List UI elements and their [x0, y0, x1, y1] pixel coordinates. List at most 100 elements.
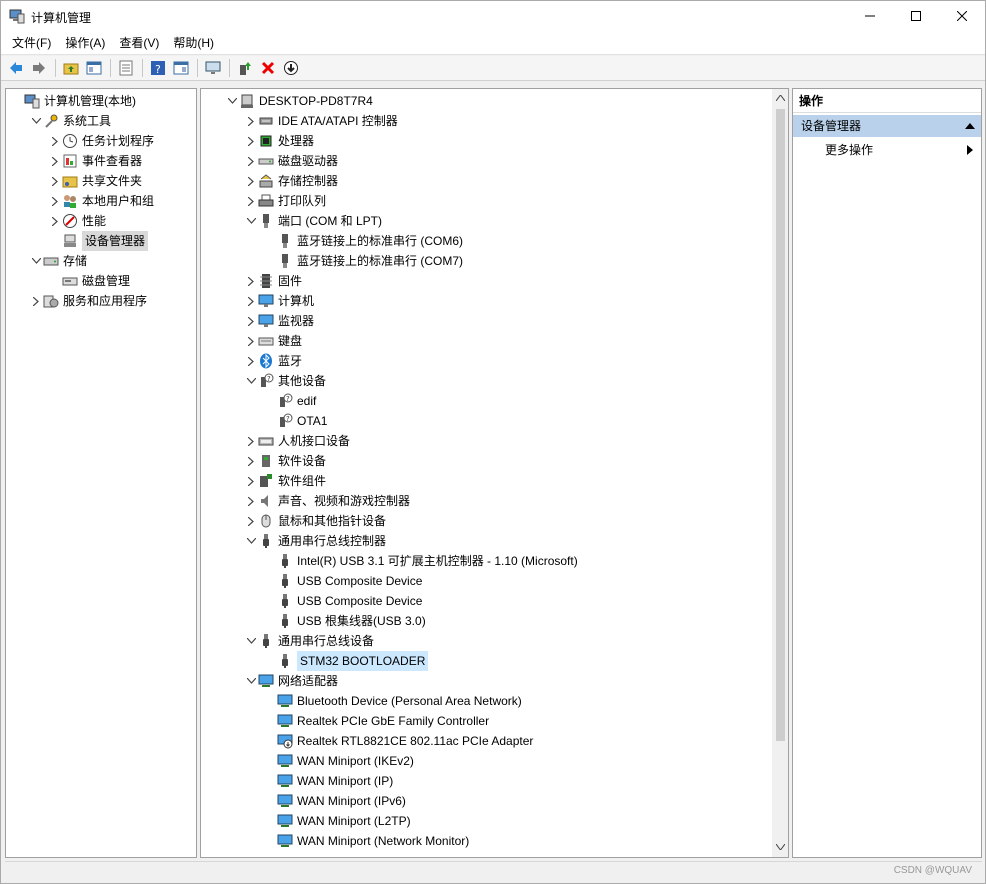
tree-item[interactable]: 人机接口设备 [244, 431, 350, 451]
tree-item[interactable]: 本地用户和组 [48, 191, 154, 211]
tree-item[interactable]: 服务和应用程序 [29, 291, 147, 311]
update-driver-button[interactable] [234, 57, 256, 79]
help-button[interactable]: ? [147, 57, 169, 79]
scan-hardware-button[interactable] [202, 57, 224, 79]
chevron-right-icon[interactable] [48, 151, 62, 171]
chevron-down-icon[interactable] [244, 631, 258, 651]
chevron-right-icon[interactable] [244, 271, 258, 291]
tree-item[interactable]: IDE ATA/ATAPI 控制器 [244, 111, 398, 131]
tree-item[interactable]: 共享文件夹 [48, 171, 142, 191]
tree-item[interactable]: 系统工具 [29, 111, 111, 131]
chevron-right-icon[interactable] [244, 431, 258, 451]
chevron-right-icon[interactable] [244, 151, 258, 171]
chevron-down-icon[interactable] [244, 371, 258, 391]
tree-item[interactable]: 通用串行总线设备 [244, 631, 374, 651]
back-button[interactable] [5, 57, 27, 79]
tree-item[interactable]: 性能 [48, 211, 106, 231]
tree-item[interactable]: Intel(R) USB 3.1 可扩展主机控制器 - 1.10 (Micros… [263, 551, 578, 571]
chevron-right-icon[interactable] [244, 491, 258, 511]
tree-item[interactable]: WAN Miniport (IPv6) [263, 791, 406, 811]
uninstall-device-button[interactable] [257, 57, 279, 79]
chevron-right-icon[interactable] [48, 171, 62, 191]
tree-item[interactable]: 计算机管理(本地) [10, 91, 136, 111]
tree-item[interactable]: 软件组件 [244, 471, 326, 491]
tree-item[interactable]: ? OTA1 [263, 411, 327, 431]
chevron-right-icon[interactable] [244, 451, 258, 471]
tree-item[interactable]: 存储控制器 [244, 171, 338, 191]
tree-item[interactable]: 声音、视频和游戏控制器 [244, 491, 410, 511]
tree-item[interactable]: 蓝牙 [244, 351, 302, 371]
vertical-scrollbar[interactable] [772, 89, 788, 857]
tree-item[interactable]: WAN Miniport (IKEv2) [263, 751, 414, 771]
chevron-right-icon[interactable] [244, 171, 258, 191]
tree-item[interactable]: USB Composite Device [263, 571, 422, 591]
up-level-button[interactable] [60, 57, 82, 79]
chevron-right-icon[interactable] [244, 191, 258, 211]
minimize-button[interactable] [847, 1, 893, 31]
tree-item[interactable]: ? 其他设备 [244, 371, 326, 391]
show-action-pane-button[interactable] [170, 57, 192, 79]
tree-item[interactable]: 蓝牙链接上的标准串行 (COM6) [263, 231, 463, 251]
chevron-right-icon[interactable] [244, 291, 258, 311]
tree-item[interactable]: 打印队列 [244, 191, 326, 211]
tree-item[interactable]: WAN Miniport (Network Monitor) [263, 831, 469, 851]
chevron-down-icon[interactable] [244, 671, 258, 691]
tree-item[interactable]: 存储 [29, 251, 87, 271]
close-button[interactable] [939, 1, 985, 31]
chevron-right-icon[interactable] [244, 471, 258, 491]
tree-item[interactable]: Realtek PCIe GbE Family Controller [263, 711, 489, 731]
chevron-right-icon[interactable] [244, 351, 258, 371]
more-actions-item[interactable]: 更多操作 [793, 139, 981, 161]
tree-item[interactable]: 端口 (COM 和 LPT) [244, 211, 382, 231]
tree-item[interactable]: 磁盘驱动器 [244, 151, 338, 171]
chevron-right-icon[interactable] [244, 511, 258, 531]
tree-item[interactable]: 固件 [244, 271, 302, 291]
chevron-down-icon[interactable] [29, 251, 43, 271]
chevron-down-icon[interactable] [244, 531, 258, 551]
chevron-right-icon[interactable] [244, 131, 258, 151]
tree-item[interactable]: 任务计划程序 [48, 131, 154, 151]
chevron-right-icon[interactable] [29, 291, 43, 311]
tree-item[interactable]: USB 根集线器(USB 3.0) [263, 611, 426, 631]
chevron-right-icon[interactable] [48, 191, 62, 211]
tree-item[interactable]: 软件设备 [244, 451, 326, 471]
tree-item[interactable]: Realtek RTL8821CE 802.11ac PCIe Adapter [263, 731, 533, 751]
tree-item[interactable]: 磁盘管理 [48, 271, 130, 291]
chevron-right-icon[interactable] [48, 131, 62, 151]
tree-item[interactable]: 通用串行总线控制器 [244, 531, 386, 551]
chevron-right-icon[interactable] [244, 311, 258, 331]
chevron-right-icon[interactable] [244, 331, 258, 351]
chevron-right-icon[interactable] [48, 211, 62, 231]
tree-item[interactable]: 计算机 [244, 291, 314, 311]
tree-item[interactable]: 设备管理器 [48, 231, 149, 251]
chevron-right-icon[interactable] [244, 111, 258, 131]
tree-item[interactable]: WAN Miniport (L2TP) [263, 811, 411, 831]
maximize-button[interactable] [893, 1, 939, 31]
tree-item[interactable]: ? edif [263, 391, 316, 411]
menu-action[interactable]: 操作(A) [58, 31, 112, 55]
show-hide-tree-button[interactable] [83, 57, 105, 79]
actions-section-device-manager[interactable]: 设备管理器 [793, 115, 981, 137]
chevron-down-icon[interactable] [225, 91, 239, 111]
chevron-down-icon[interactable] [29, 111, 43, 131]
properties-button[interactable] [115, 57, 137, 79]
tree-item[interactable]: USB Composite Device [263, 591, 422, 611]
chevron-down-icon[interactable] [244, 211, 258, 231]
tree-item[interactable]: WAN Miniport (IP) [263, 771, 393, 791]
tree-item[interactable]: DESKTOP-PD8T7R4 [225, 91, 373, 111]
tree-item[interactable]: Bluetooth Device (Personal Area Network) [263, 691, 522, 711]
tree-item[interactable]: 键盘 [244, 331, 302, 351]
menu-help[interactable]: 帮助(H) [166, 31, 221, 55]
menu-view[interactable]: 查看(V) [112, 31, 166, 55]
tree-item[interactable]: 事件查看器 [48, 151, 142, 171]
tree-item[interactable]: 处理器 [244, 131, 314, 151]
scrollbar-thumb[interactable] [776, 109, 785, 741]
tree-item[interactable]: 蓝牙链接上的标准串行 (COM7) [263, 251, 463, 271]
tree-item[interactable]: 监视器 [244, 311, 314, 331]
tree-item[interactable]: STM32 BOOTLOADER [263, 651, 429, 671]
disable-device-button[interactable] [280, 57, 302, 79]
tree-item[interactable]: 鼠标和其他指针设备 [244, 511, 386, 531]
tree-item[interactable]: 网络适配器 [244, 671, 338, 691]
forward-button[interactable] [28, 57, 50, 79]
menu-file[interactable]: 文件(F) [5, 31, 58, 55]
